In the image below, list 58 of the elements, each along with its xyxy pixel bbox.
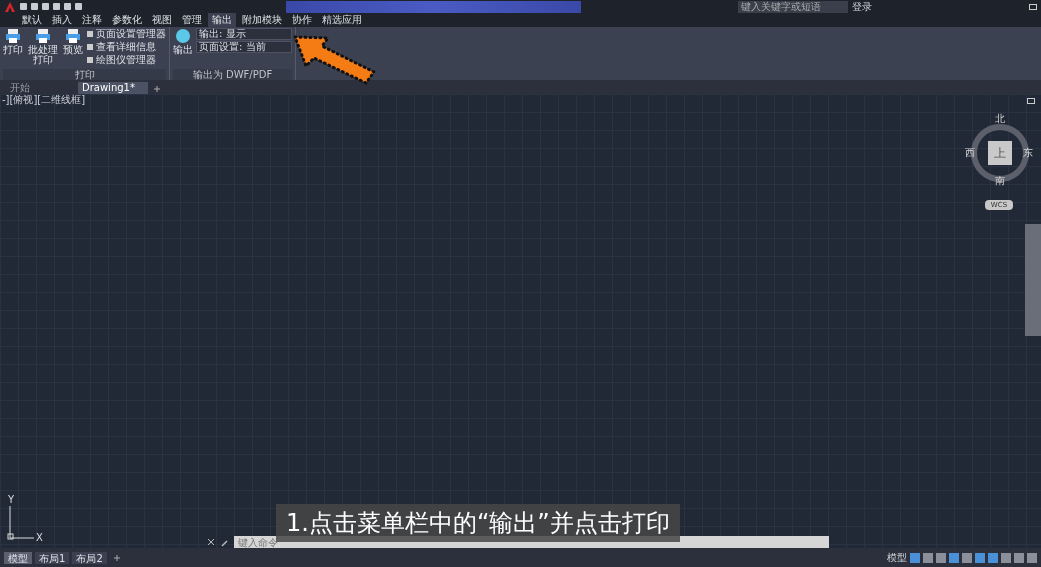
printer-icon xyxy=(35,28,51,44)
maximize-icon[interactable] xyxy=(1027,98,1035,104)
dropdown[interactable]: 页面设置: 当前 xyxy=(196,41,292,53)
panel-title: 输出为 DWF/PDF xyxy=(173,69,292,80)
viewport-label[interactable]: -][俯视][二维线框] xyxy=(0,94,86,106)
video-caption: 1.点击菜单栏中的“输出”并点击打印 xyxy=(276,504,680,542)
ribbon-button[interactable]: 预览 xyxy=(63,28,83,69)
axis-label: X xyxy=(36,532,43,542)
ribbon-button[interactable]: 查看详细信息 xyxy=(86,41,166,53)
printer-icon xyxy=(65,28,81,44)
status-toggle-icon[interactable] xyxy=(923,552,933,563)
restore-icon[interactable] xyxy=(1029,3,1037,10)
ucs-axes-icon xyxy=(7,505,35,540)
compass-label: 东 xyxy=(1023,148,1033,158)
status-toggle-icon[interactable] xyxy=(975,552,985,563)
axis-label: Y xyxy=(8,494,15,505)
status-toggle-icon[interactable] xyxy=(949,552,959,563)
compass-label: 南 xyxy=(995,176,1005,186)
ribbon-tab[interactable]: 协作 xyxy=(288,13,316,27)
compass-label: 北 xyxy=(995,114,1005,124)
panel-title: 打印 xyxy=(3,69,166,80)
layout-tab[interactable]: 布局2 xyxy=(72,551,107,564)
close-icon[interactable] xyxy=(206,537,216,547)
status-toggle-icon[interactable] xyxy=(1014,552,1024,563)
ribbon-button[interactable]: 打印 xyxy=(3,28,23,69)
ribbon-button[interactable]: 绘图仪管理器 xyxy=(86,54,166,66)
ribbon-tab[interactable]: 默认 xyxy=(18,13,46,27)
ribbon-tab[interactable]: 注释 xyxy=(78,13,106,27)
status-toggle-icon[interactable] xyxy=(910,552,920,563)
add-tab-icon[interactable] xyxy=(152,84,162,94)
status-toggle-icon[interactable] xyxy=(1027,552,1037,563)
status-toggle-icon[interactable] xyxy=(1001,552,1011,563)
status-toggle-icon[interactable] xyxy=(962,552,972,563)
ribbon-button[interactable]: 批处理打印 xyxy=(26,28,60,69)
ribbon-tab[interactable]: 管理 xyxy=(178,13,206,27)
search-field[interactable]: 键入关键字或短语 xyxy=(738,0,848,13)
layout-tab[interactable]: 模型 xyxy=(4,551,32,564)
status-toggle-icon[interactable] xyxy=(936,552,946,563)
ribbon-tab[interactable]: 视图 xyxy=(148,13,176,27)
ribbon-button[interactable]: 页面设置管理器 xyxy=(86,28,166,40)
app-logo[interactable] xyxy=(4,0,16,13)
ribbon-tab[interactable]: 参数化 xyxy=(108,13,146,27)
ribbon-tab[interactable]: 插入 xyxy=(48,13,76,27)
document-tab[interactable]: Drawing1* xyxy=(78,82,148,94)
status-toggle-icon[interactable] xyxy=(988,552,998,563)
ribbon-tab[interactable]: 精选应用 xyxy=(318,13,366,27)
viewcube-face[interactable]: 上 xyxy=(988,141,1012,165)
ribbon-tab[interactable]: 输出 xyxy=(208,13,236,27)
ribbon-button[interactable]: 输出 xyxy=(173,28,193,69)
layout-tab[interactable]: 布局1 xyxy=(35,551,70,564)
printer-icon xyxy=(5,28,21,44)
wrench-icon[interactable] xyxy=(220,537,230,547)
dropdown[interactable]: 输出: 显示 xyxy=(196,28,292,40)
add-layout-icon[interactable] xyxy=(111,552,122,563)
ribbon-tab[interactable]: 附加模块 xyxy=(238,13,286,27)
user-login-link[interactable]: 登录 xyxy=(852,0,872,13)
compass-label: 西 xyxy=(965,148,975,158)
status-model-label[interactable]: 模型 xyxy=(887,550,907,565)
